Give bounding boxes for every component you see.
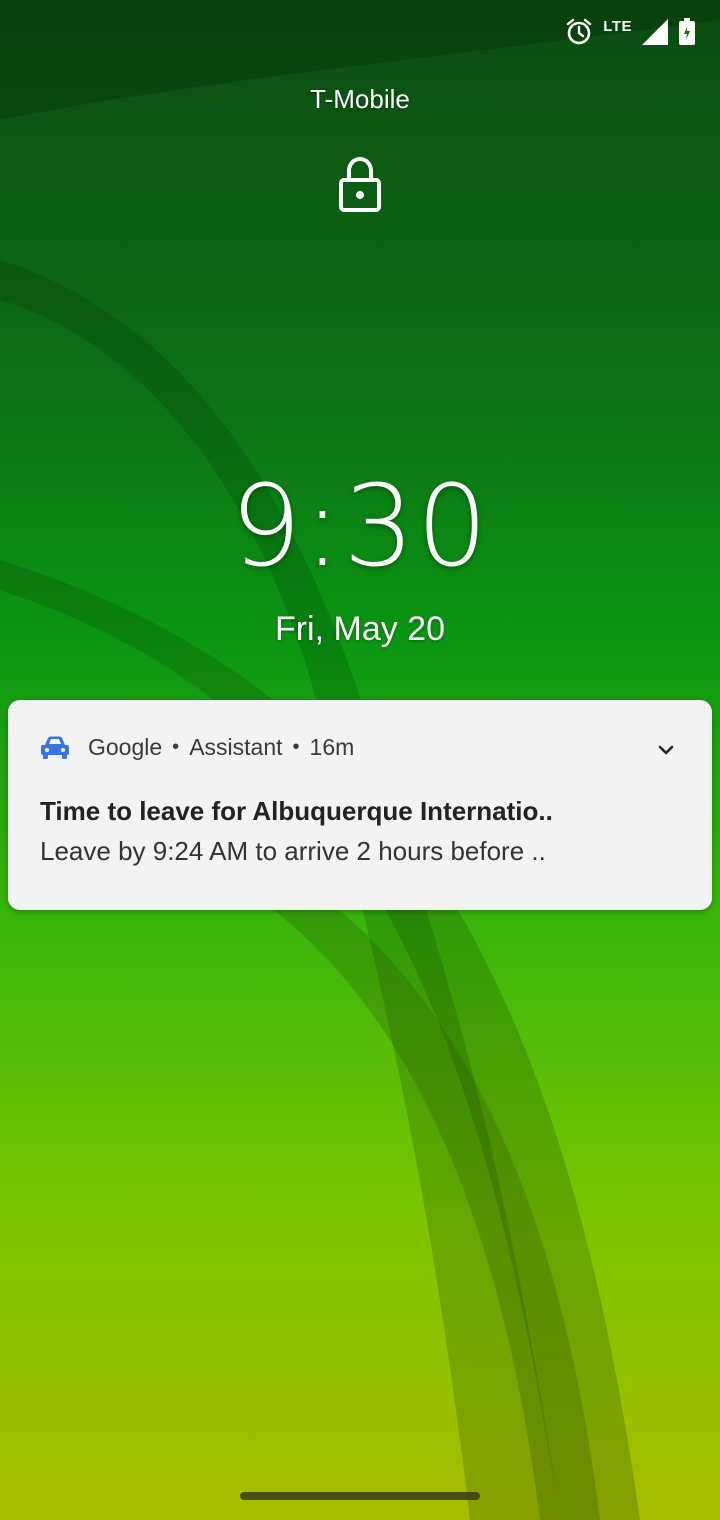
notification-header: Google • Assistant • 16m xyxy=(40,734,354,761)
battery-icon xyxy=(679,18,695,45)
notification-app-name: Google xyxy=(88,734,163,760)
alarm-icon xyxy=(567,18,592,45)
notification-sub-app: Assistant xyxy=(189,734,283,760)
chevron-down-icon[interactable] xyxy=(654,738,678,762)
home-gesture-bar[interactable] xyxy=(240,1492,480,1500)
notification-card[interactable]: Google • Assistant • 16m Time to leave f… xyxy=(8,700,712,910)
signal-icon xyxy=(642,19,668,45)
notification-elapsed-time: 16m xyxy=(309,734,355,760)
carrier-label: T-Mobile xyxy=(310,84,410,114)
car-icon xyxy=(41,736,69,759)
clock-date: Fri, May 20 xyxy=(274,610,446,648)
lock-icon[interactable] xyxy=(336,154,384,214)
separator-dot: • xyxy=(172,736,180,758)
notification-text: Leave by 9:24 AM to arrive 2 hours befor… xyxy=(40,836,546,866)
status-bar: LTE xyxy=(565,18,696,46)
separator-dot: • xyxy=(292,736,300,758)
clock-time: 9:30 xyxy=(230,462,490,592)
network-type-label: LTE xyxy=(603,17,632,35)
notification-title: Time to leave for Albuquerque Internatio… xyxy=(40,796,553,826)
